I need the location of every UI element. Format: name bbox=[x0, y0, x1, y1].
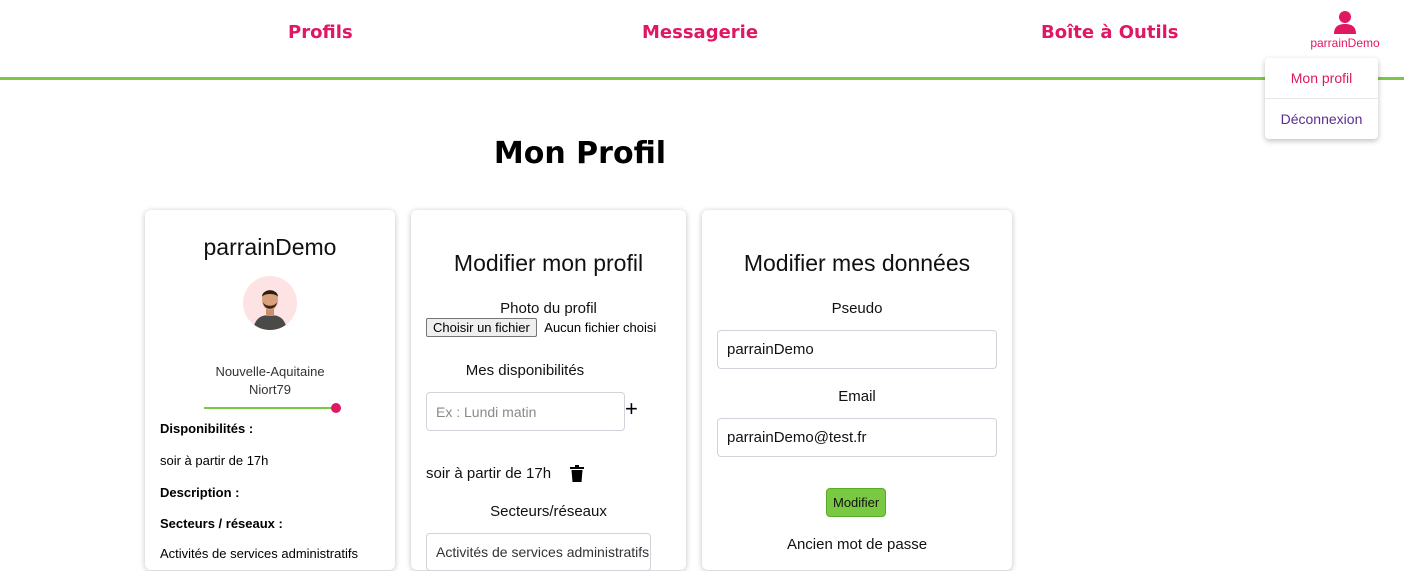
progress-line bbox=[204, 407, 336, 409]
email-input[interactable] bbox=[717, 418, 997, 457]
old-password-label: Ancien mot de passe bbox=[786, 536, 928, 553]
region-label: Nouvelle-Aquitaine bbox=[215, 364, 325, 379]
file-input-row: Choisir un fichier Aucun fichier choisi bbox=[426, 318, 656, 337]
edit-data-title: Modifier mes données bbox=[743, 250, 971, 276]
nav-messagerie-link[interactable]: Messagerie bbox=[642, 22, 758, 43]
email-label: Email bbox=[838, 388, 876, 405]
user-dropdown-menu: Mon profil Déconnexion bbox=[1265, 58, 1378, 139]
modify-button[interactable]: Modifier bbox=[826, 488, 887, 517]
edit-data-card: Modifier mes données Pseudo Email Modifi… bbox=[702, 210, 1012, 570]
city-label: Niort79 bbox=[249, 382, 291, 397]
user-menu-button[interactable]: parrainDemo bbox=[1306, 10, 1384, 50]
dispo-slot-text: soir à partir de 17h bbox=[426, 465, 552, 482]
photo-label: Photo du profil bbox=[500, 300, 597, 317]
sectors-heading: Secteurs / réseaux : bbox=[160, 516, 283, 531]
edit-profile-title: Modifier mon profil bbox=[453, 250, 644, 276]
sectors-select[interactable]: Activités de services administratifs bbox=[426, 533, 651, 571]
edit-profile-card: Modifier mon profil Photo du profil Choi… bbox=[411, 210, 686, 571]
dispo-heading: Disponibilités : bbox=[160, 421, 254, 436]
nav-profils-link[interactable]: Profils bbox=[288, 22, 353, 43]
progress-dot bbox=[331, 403, 341, 413]
file-status-text: Aucun fichier choisi bbox=[544, 320, 657, 335]
dispo-field-label: Mes disponibilités bbox=[465, 362, 585, 379]
pseudo-input[interactable] bbox=[717, 330, 997, 369]
description-heading: Description : bbox=[160, 485, 240, 500]
page-title: Mon Profil bbox=[493, 136, 667, 171]
trash-icon[interactable] bbox=[570, 465, 584, 487]
dispo-value: soir à partir de 17h bbox=[160, 453, 269, 468]
sectors-field-label: Secteurs/réseaux bbox=[490, 503, 607, 520]
profile-summary-card: parrainDemo Nouvelle-Aquitaine Niort79 D… bbox=[145, 210, 395, 570]
user-icon bbox=[1306, 10, 1384, 34]
username-label: parrainDemo bbox=[1310, 36, 1380, 50]
avatar bbox=[243, 276, 297, 330]
sectors-value: Activités de services administratifs bbox=[160, 546, 358, 561]
nav-outils-link[interactable]: Boîte à Outils bbox=[1041, 22, 1179, 43]
profile-name: parrainDemo bbox=[203, 234, 337, 260]
menu-item-deconnexion[interactable]: Déconnexion bbox=[1265, 99, 1378, 139]
pseudo-label: Pseudo bbox=[831, 300, 883, 317]
choose-file-button[interactable]: Choisir un fichier bbox=[426, 318, 537, 337]
dispo-input[interactable] bbox=[426, 392, 625, 431]
menu-item-mon-profil[interactable]: Mon profil bbox=[1265, 58, 1378, 99]
top-navbar: Profils Messagerie Boîte à Outils parrai… bbox=[0, 0, 1404, 80]
add-dispo-button[interactable]: + bbox=[625, 396, 638, 422]
location-text: Nouvelle-Aquitaine Niort79 bbox=[145, 363, 395, 399]
